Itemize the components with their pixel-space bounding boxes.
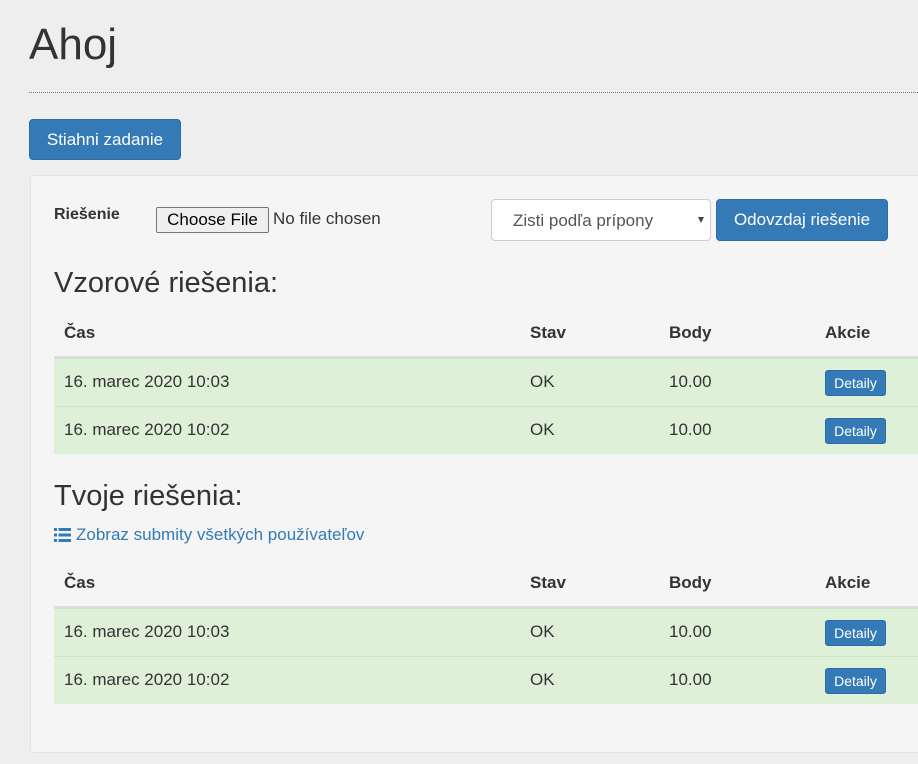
file-status-text: No file chosen [273,209,381,228]
submit-solution-button[interactable]: Odovzdaj riešenie [716,199,888,241]
column-header-actions: Akcie [825,573,871,592]
list-icon [54,528,71,542]
my-solutions-title: Tvoje riešenia: [54,480,243,512]
details-button[interactable]: Detaily [825,370,886,396]
details-button[interactable]: Detaily [825,668,886,694]
row-status: OK [530,420,555,439]
language-select[interactable]: Zisti podľa prípony [491,199,711,241]
all-submissions-link-label[interactable]: Zobraz submity všetkých používateľov [76,525,364,545]
column-header-actions: Akcie [825,323,871,342]
column-header-points: Body [669,573,712,592]
language-select-value: Zisti podľa prípony [513,211,654,230]
choose-file-button[interactable]: Choose File [156,207,269,233]
column-header-time: Čas [64,573,96,592]
table-row: 16. marec 2020 10:03 OK 10.00 Detaily [54,608,918,656]
page-title: Ahoj [29,20,118,69]
details-button[interactable]: Detaily [825,418,886,444]
title-divider [29,92,918,93]
reference-solutions-table: Čas Stav Body Akcie 16. marec 2020 10:03… [54,310,918,454]
row-points: 10.00 [669,622,712,641]
row-status: OK [530,622,555,641]
row-points: 10.00 [669,372,712,391]
my-solutions-table: Čas Stav Body Akcie 16. marec 2020 10:03… [54,560,918,704]
table-row: 16. marec 2020 10:02 OK 10.00 Detaily [54,656,918,704]
table-row: 16. marec 2020 10:02 OK 10.00 Detaily [54,406,918,454]
column-header-time: Čas [64,323,96,342]
column-header-points: Body [669,323,712,342]
row-time: 16. marec 2020 10:02 [64,670,230,689]
row-points: 10.00 [669,420,712,439]
table-header: Čas Stav Body Akcie [54,310,918,358]
column-header-status: Stav [530,573,566,592]
row-time: 16. marec 2020 10:03 [64,622,230,641]
chevron-down-icon [698,217,704,223]
table-row: 16. marec 2020 10:03 OK 10.00 Detaily [54,358,918,406]
row-status: OK [530,670,555,689]
column-header-status: Stav [530,323,566,342]
row-status: OK [530,372,555,391]
table-header: Čas Stav Body Akcie [54,560,918,608]
all-submissions-link[interactable]: Zobraz submity všetkých používateľov [54,525,364,545]
details-button[interactable]: Detaily [825,620,886,646]
row-time: 16. marec 2020 10:02 [64,420,230,439]
row-points: 10.00 [669,670,712,689]
row-time: 16. marec 2020 10:03 [64,372,230,391]
solution-label: Riešenie [54,206,120,223]
download-assignment-button[interactable]: Stiahni zadanie [29,119,181,160]
reference-solutions-title: Vzorové riešenia: [54,267,279,299]
